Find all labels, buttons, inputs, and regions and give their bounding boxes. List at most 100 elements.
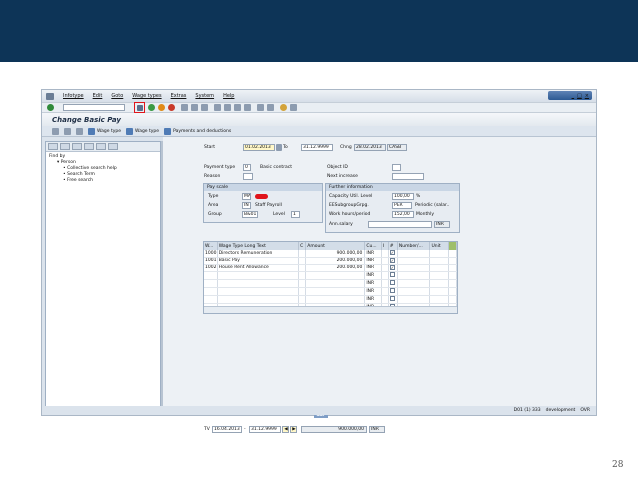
- annual-salary-field[interactable]: [368, 221, 432, 228]
- next-period-button[interactable]: ▶: [290, 426, 297, 433]
- close-icon[interactable]: ×: [585, 93, 589, 99]
- nav-forward-button[interactable]: [60, 143, 70, 150]
- tree-item-free-search[interactable]: • Free search: [49, 178, 157, 184]
- payments-deductions-button[interactable]: Payments and deductions: [164, 127, 231, 135]
- row-checkbox[interactable]: [389, 271, 395, 277]
- cell-amount[interactable]: 900.000,00: [305, 250, 366, 258]
- cell-spacer[interactable]: [448, 264, 458, 272]
- cell-wage-type[interactable]: [204, 295, 218, 304]
- eesubgroup-field[interactable]: PER: [392, 202, 412, 209]
- capacity-field[interactable]: 100,00: [392, 193, 414, 200]
- cell-spacer[interactable]: [448, 279, 458, 288]
- enter-icon[interactable]: [47, 104, 54, 111]
- save-button[interactable]: [134, 102, 145, 113]
- cell-c[interactable]: [298, 271, 307, 280]
- layout-icon[interactable]: [290, 104, 297, 111]
- back-icon[interactable]: [148, 104, 155, 111]
- col-currency[interactable]: Cu...: [364, 242, 382, 250]
- cell-checkbox[interactable]: [388, 295, 398, 304]
- col-amount[interactable]: Amount: [305, 242, 366, 250]
- period-from-field[interactable]: 16.04.2013: [212, 426, 242, 433]
- col-wage-type[interactable]: W...: [204, 242, 218, 250]
- col-number[interactable]: Number/...: [397, 242, 431, 250]
- print-icon[interactable]: [181, 104, 188, 111]
- cell-amount[interactable]: 200.000,00: [305, 257, 366, 265]
- cell-unit[interactable]: [429, 257, 449, 265]
- cell-unit[interactable]: [429, 250, 449, 258]
- cell-unit[interactable]: [429, 287, 449, 296]
- object-id-field[interactable]: [392, 164, 401, 171]
- cell-amount[interactable]: [305, 295, 366, 304]
- row-checkbox[interactable]: [389, 287, 395, 293]
- cell-number[interactable]: [397, 271, 431, 280]
- cell-i[interactable]: [381, 287, 389, 296]
- cell-checkbox[interactable]: ✓: [388, 250, 398, 258]
- pay-scale-area-field[interactable]: IN: [242, 202, 251, 209]
- cell-currency[interactable]: INR: [364, 250, 382, 258]
- cell-spacer[interactable]: [448, 295, 458, 304]
- cell-wage-type[interactable]: 1000: [204, 250, 218, 258]
- cell-spacer[interactable]: [448, 271, 458, 280]
- cell-c[interactable]: [298, 257, 307, 265]
- col-i[interactable]: I: [381, 242, 389, 250]
- row-checkbox[interactable]: [389, 279, 395, 285]
- cell-i[interactable]: [381, 257, 389, 265]
- cell-long-text[interactable]: [217, 279, 300, 288]
- cell-long-text[interactable]: House Rent Allowance: [217, 264, 300, 272]
- command-field[interactable]: [63, 104, 125, 111]
- cell-c[interactable]: [298, 287, 307, 296]
- last-page-icon[interactable]: [244, 104, 251, 111]
- cell-currency[interactable]: INR: [364, 279, 382, 288]
- column-settings-icon[interactable]: [448, 242, 458, 250]
- next-increase-field[interactable]: [392, 173, 424, 180]
- cell-long-text[interactable]: [217, 287, 300, 296]
- maximize-icon[interactable]: □: [577, 93, 582, 99]
- menu-extras[interactable]: Extras: [171, 93, 187, 99]
- nav-expand-button[interactable]: [72, 143, 82, 150]
- overview-icon[interactable]: [52, 127, 59, 135]
- cell-checkbox[interactable]: ✓: [388, 257, 398, 265]
- col-long-text[interactable]: Wage Type Long Text: [217, 242, 300, 250]
- nav-collapse-button[interactable]: [84, 143, 94, 150]
- cell-checkbox[interactable]: [388, 279, 398, 288]
- cell-checkbox[interactable]: ✓: [388, 264, 398, 272]
- menu-infotype[interactable]: Infotype: [63, 93, 84, 99]
- nav-refresh-button[interactable]: [96, 143, 106, 150]
- table-row[interactable]: INR: [204, 279, 458, 288]
- cell-c[interactable]: [298, 264, 307, 272]
- cell-number[interactable]: [397, 250, 431, 258]
- cell-number[interactable]: [397, 279, 431, 288]
- table-row[interactable]: INR: [204, 295, 458, 304]
- menu-goto[interactable]: Goto: [111, 93, 123, 99]
- cell-long-text[interactable]: [217, 271, 300, 280]
- cell-spacer[interactable]: [448, 287, 458, 296]
- pay-scale-level-field[interactable]: 1: [291, 211, 300, 218]
- cell-i[interactable]: [381, 264, 389, 272]
- help-icon[interactable]: [280, 104, 287, 111]
- exit-icon[interactable]: [158, 104, 165, 111]
- period-to-field[interactable]: 31.12.9999: [249, 426, 281, 433]
- first-page-icon[interactable]: [214, 104, 221, 111]
- find-icon[interactable]: [191, 104, 198, 111]
- cell-wage-type[interactable]: [204, 287, 218, 296]
- cell-i[interactable]: [381, 250, 389, 258]
- wage-type-button-1[interactable]: Wage type: [88, 127, 121, 135]
- pay-scale-group-field[interactable]: B&01: [242, 211, 258, 218]
- cell-number[interactable]: [397, 287, 431, 296]
- cell-amount[interactable]: [305, 279, 366, 288]
- shortcut-icon[interactable]: [267, 104, 274, 111]
- row-checkbox[interactable]: ✓: [389, 257, 395, 263]
- payment-type-field[interactable]: 0: [243, 164, 251, 171]
- cell-long-text[interactable]: Directors Remuneration: [217, 250, 300, 258]
- system-info[interactable]: D01 (1) 333: [514, 408, 541, 413]
- cell-amount[interactable]: [305, 287, 366, 296]
- cell-currency[interactable]: INR: [364, 295, 382, 304]
- cell-checkbox[interactable]: [388, 287, 398, 296]
- sap-menu-icon[interactable]: [46, 92, 54, 100]
- cell-spacer[interactable]: [448, 250, 458, 258]
- person-icon[interactable]: [76, 127, 83, 135]
- cell-spacer[interactable]: [448, 257, 458, 265]
- nav-settings-button[interactable]: [108, 143, 118, 150]
- cell-c[interactable]: [298, 250, 307, 258]
- nav-back-button[interactable]: [48, 143, 58, 150]
